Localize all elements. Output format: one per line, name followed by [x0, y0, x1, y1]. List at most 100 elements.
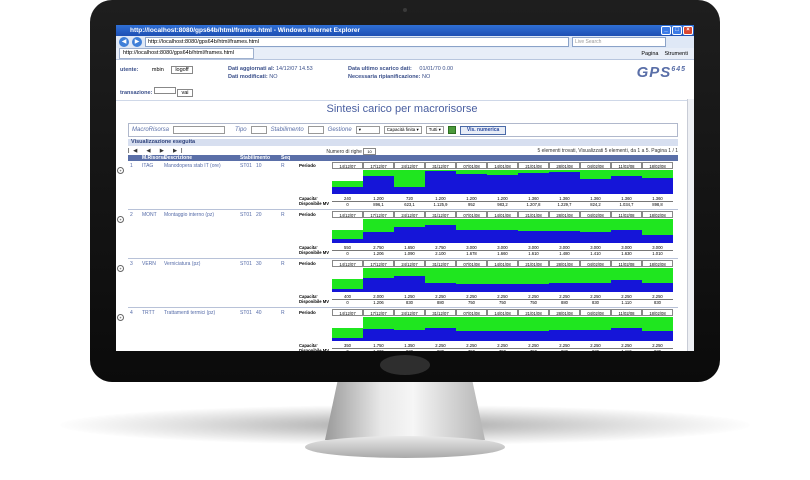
available-value: 1.410: [590, 251, 601, 256]
expand-icon[interactable]: +: [117, 314, 124, 321]
load-bar: [332, 239, 363, 243]
load-bar: [549, 282, 580, 292]
load-bar: [394, 276, 425, 292]
row-number: 1: [130, 163, 133, 169]
load-bar: [425, 224, 456, 243]
close-icon[interactable]: ×: [683, 26, 693, 35]
date-cell: 21/01/08: [518, 309, 549, 316]
numeric-view-button[interactable]: Vis. numerica: [459, 125, 507, 135]
gestione-select[interactable]: ▾: [355, 126, 380, 134]
last-download-field: Data ultimo scarico dati: 01/01/70 0.00: [348, 66, 454, 72]
load-bar: [518, 331, 549, 341]
address-bar: ◀ ▶ http://localhost:8080/gps64b/html/fr…: [116, 36, 694, 48]
row-description: Manodopera stab IT (ore): [164, 163, 221, 169]
load-chart: 14/12/07 17/12/07 24/12/07 31/12/07 07/01/08…: [332, 162, 674, 194]
available-value: 1.207,8: [526, 202, 541, 207]
vertical-scrollbar[interactable]: [687, 99, 694, 351]
date-cell: 14/12/07: [332, 211, 363, 218]
row-flag: R: [281, 163, 285, 169]
row-flag: R: [281, 310, 285, 316]
date-cell: 18/02/08: [642, 260, 673, 267]
available-value: 1.010: [652, 251, 663, 256]
load-bars: [332, 268, 674, 292]
tipo-input[interactable]: [250, 126, 267, 134]
available-value: 1.206: [363, 349, 394, 351]
tools-menu[interactable]: Strumenti: [664, 51, 688, 57]
available-values: 0 896,1 623,1 1.125,9 952 983,2 1.207,8 1.229,7…: [332, 202, 674, 207]
capacity-values: 550 2.750 1.650 2.750 3.000 3.000 3.000 3.000 3.…: [332, 245, 674, 251]
row-stabilimento: ST01: [240, 310, 252, 316]
available-value: 750: [456, 349, 487, 351]
available-value: 1.110: [611, 349, 642, 351]
date-cell: 07/01/08: [456, 211, 487, 218]
load-bar: [518, 284, 549, 292]
load-bar: [580, 283, 611, 292]
tab-frames[interactable]: http://localhost:8080/gps64b/html/frames…: [119, 48, 254, 59]
date-cell: 07/01/08: [456, 162, 487, 169]
row-number: 4: [130, 310, 133, 316]
available-value: 824,2: [590, 202, 601, 207]
available-value: 1.678: [466, 251, 477, 256]
date-cell: 04/02/08: [580, 260, 611, 267]
load-bar: [642, 283, 673, 292]
rows-per-page-input[interactable]: 10: [363, 147, 376, 155]
expand-icon[interactable]: +: [117, 265, 124, 272]
expand-icon[interactable]: +: [117, 167, 124, 174]
row-description: Trattamenti termici (pz): [164, 310, 216, 316]
macrorisorsa-input[interactable]: [173, 126, 226, 134]
rows-per-page: Numero di righe 10: [326, 147, 376, 155]
row-code[interactable]: ITAG: [142, 163, 153, 169]
load-bar: [394, 227, 425, 243]
load-bar: [332, 289, 363, 292]
available-value: 880: [561, 300, 568, 305]
available-value: 750: [468, 300, 475, 305]
row-description: Montaggio interno (pz): [164, 212, 215, 218]
search-input[interactable]: Live Search: [572, 37, 666, 47]
back-icon[interactable]: ◀: [119, 37, 129, 47]
maximize-icon[interactable]: □: [672, 26, 682, 35]
load-chart: 14/12/07 17/12/07 24/12/07 31/12/07 07/01/08…: [332, 309, 674, 341]
forward-icon[interactable]: ▶: [132, 37, 142, 47]
row-flag: R: [281, 212, 285, 218]
disponibile-label: Disponibile MV: [299, 250, 330, 255]
date-cell: 28/01/08: [549, 211, 580, 218]
row-number: 2: [130, 212, 133, 218]
load-bars: [332, 170, 674, 194]
go-button[interactable]: vai: [177, 89, 193, 97]
row-code[interactable]: MONT: [142, 212, 157, 218]
row-code[interactable]: VERN: [142, 261, 156, 267]
disponibile-label: Disponibile MV: [299, 348, 330, 351]
user-value: mbin: [151, 67, 164, 73]
load-bar: [363, 232, 394, 243]
capacita-select[interactable]: Capacità finita ▾: [383, 126, 422, 134]
stabilimento-input[interactable]: [307, 126, 324, 134]
tutti-select[interactable]: Tutti ▾: [425, 126, 444, 134]
load-bar: [456, 331, 487, 341]
date-cell: 24/12/07: [394, 211, 425, 218]
row-seq: 20: [256, 212, 262, 218]
minimize-icon[interactable]: _: [661, 26, 671, 35]
available-value: 1.630: [621, 251, 632, 256]
date-cell: 14/12/07: [332, 260, 363, 267]
date-cell: 14/12/07: [332, 162, 363, 169]
available-value: 1.090: [404, 251, 415, 256]
pager-nav-icons[interactable]: |◀ ◀ ▶ ▶|: [128, 148, 186, 154]
load-chart: 14/12/07 17/12/07 24/12/07 31/12/07 07/01/08…: [332, 211, 674, 243]
page-menu[interactable]: Pagina: [641, 51, 658, 57]
load-bar: [518, 230, 549, 243]
row-code[interactable]: TRTT: [142, 310, 155, 316]
expand-icon[interactable]: +: [117, 216, 124, 223]
logoff-button[interactable]: logoff: [171, 66, 193, 74]
address-input[interactable]: http://localhost:8080/gps64b/html/frames…: [145, 37, 569, 47]
date-cell: 17/12/07: [363, 162, 394, 169]
available-value: 750: [530, 300, 537, 305]
available-value: 2.100: [435, 251, 446, 256]
load-bar: [363, 176, 394, 194]
monitor-stand-base: [305, 436, 505, 458]
transaction-input[interactable]: [153, 87, 176, 94]
load-bar: [363, 329, 394, 341]
load-bar: [611, 280, 642, 292]
available-value: 1.660: [497, 251, 508, 256]
periodo-label: Periodo: [299, 261, 316, 266]
green-check-icon[interactable]: [447, 126, 456, 134]
